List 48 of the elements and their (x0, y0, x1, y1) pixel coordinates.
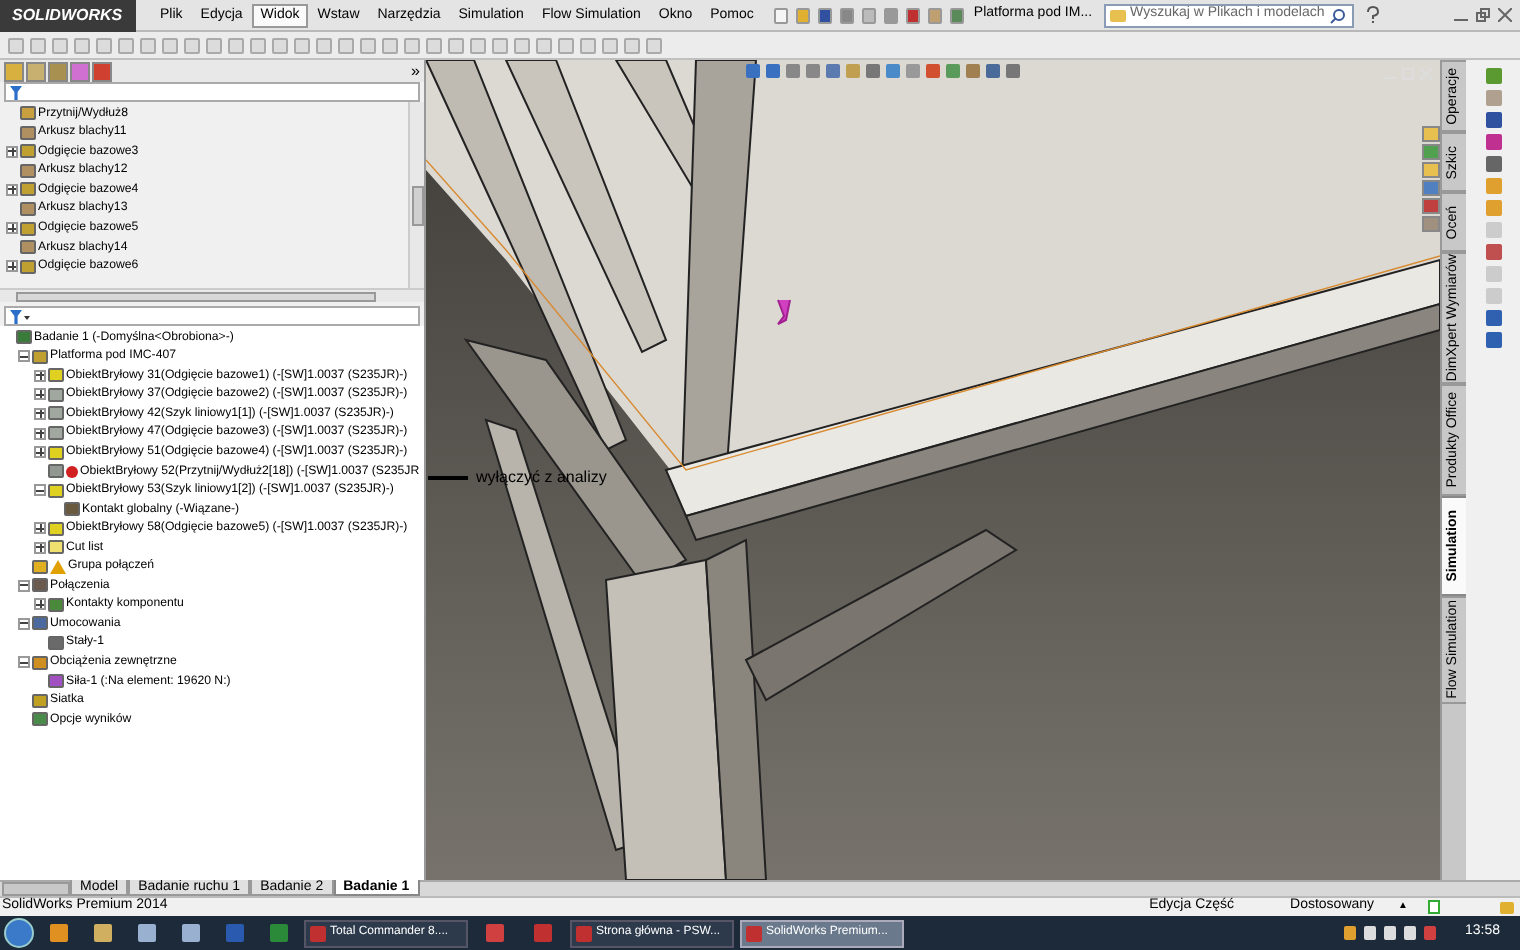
close-icon[interactable] (1498, 8, 1512, 22)
expand-panel-button[interactable]: » (411, 63, 420, 79)
tag-icon[interactable] (1500, 901, 1514, 913)
expand-toggle-icon[interactable] (34, 598, 46, 611)
help-icon[interactable] (1428, 900, 1440, 914)
expand-toggle-icon[interactable] (34, 407, 46, 420)
taskbar-app-icon[interactable] (182, 924, 200, 942)
expand-toggle-icon[interactable] (6, 260, 18, 273)
tab-scroll-buttons[interactable] (2, 882, 70, 896)
taskbar-app-icon[interactable] (94, 924, 112, 942)
taskbar-app-icon[interactable] (486, 924, 504, 942)
collapse-toggle-icon[interactable] (18, 656, 30, 669)
expand-toggle-icon[interactable] (6, 183, 18, 196)
expand-toggle-icon[interactable] (6, 145, 18, 158)
horizontal-scrollbar[interactable] (0, 288, 424, 302)
appearance-tab[interactable] (92, 61, 112, 81)
taskbar-app-icon[interactable] (270, 924, 288, 942)
vertical-scrollbar[interactable] (408, 102, 424, 288)
expand-toggle-icon[interactable] (34, 369, 46, 382)
collapse-toggle-icon[interactable] (18, 350, 30, 363)
expand-toggle-icon[interactable] (34, 446, 46, 459)
help-icon[interactable] (1366, 6, 1381, 24)
filter-icon[interactable] (10, 85, 22, 99)
collapse-toggle-icon[interactable] (18, 617, 30, 630)
filter-icon[interactable] (10, 309, 30, 323)
expand-toggle-icon[interactable] (34, 388, 46, 401)
leader-line (428, 476, 468, 480)
taskbar-app-icon[interactable] (226, 924, 244, 942)
taskbar-app-icon[interactable] (138, 924, 156, 942)
taskbar-app-icon[interactable] (534, 924, 552, 942)
property-manager-tab[interactable] (26, 61, 46, 81)
collapse-toggle-icon[interactable] (18, 579, 30, 592)
expand-toggle-icon[interactable] (34, 427, 46, 439)
taskbar-app-icon[interactable] (50, 924, 68, 942)
start-button[interactable] (4, 918, 34, 948)
app-logo: SOLIDWORKS (0, 0, 136, 31)
expand-toggle-icon[interactable] (34, 522, 46, 535)
configuration-manager-tab[interactable] (48, 61, 68, 81)
error-icon (66, 465, 78, 478)
restore-icon[interactable] (1476, 8, 1490, 22)
scroll-thumb[interactable] (16, 291, 376, 301)
expand-toggle-icon[interactable] (6, 222, 18, 235)
scroll-thumb[interactable] (411, 186, 423, 226)
expand-toggle-icon[interactable] (34, 541, 46, 554)
feature-manager-tab[interactable] (4, 61, 24, 81)
collapse-toggle-icon[interactable] (34, 484, 46, 497)
search-icon (1330, 7, 1347, 23)
dimxpert-tab[interactable] (70, 61, 90, 81)
